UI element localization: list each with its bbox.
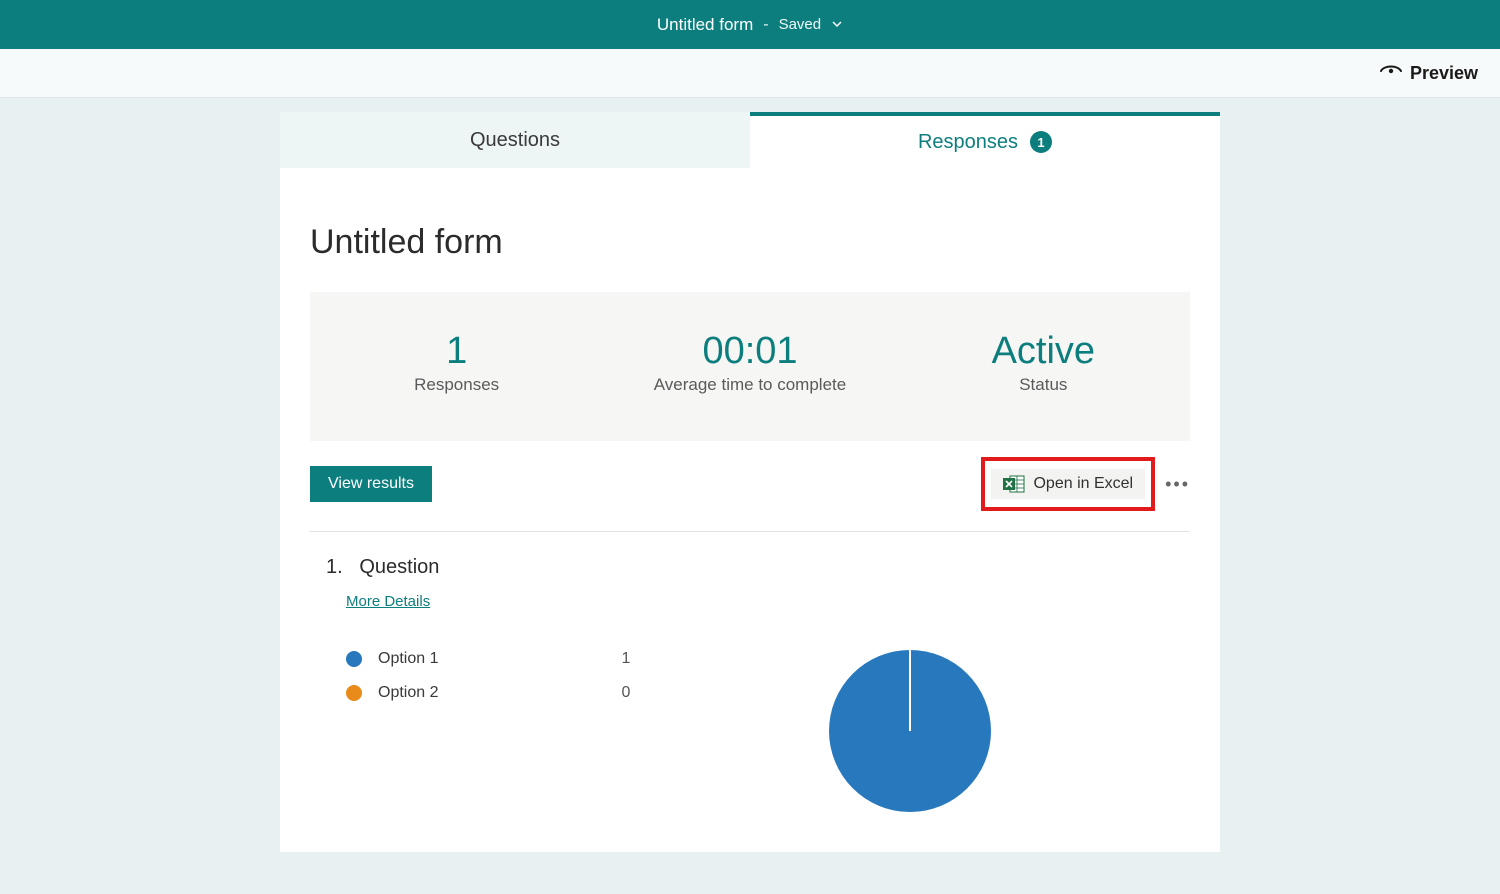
chart-legend: Option 1 1 Option 2 0	[326, 650, 646, 812]
app-header: Untitled form - Saved	[0, 0, 1500, 49]
stat-label: Responses	[310, 375, 603, 395]
content: Questions Responses 1 Untitled form 1 Re…	[0, 98, 1500, 852]
legend-count: 1	[606, 650, 646, 668]
more-options-icon[interactable]: •••	[1165, 474, 1190, 495]
tab-questions[interactable]: Questions	[280, 112, 750, 168]
stats-panel: 1 Responses 00:01 Average time to comple…	[310, 292, 1190, 441]
toolbar: Preview	[0, 49, 1500, 98]
legend-count: 0	[606, 684, 646, 702]
open-in-excel-highlight: Open in Excel	[981, 457, 1155, 511]
preview-label: Preview	[1410, 63, 1478, 84]
stat-status: Active Status	[897, 330, 1190, 395]
open-in-excel-button[interactable]: Open in Excel	[991, 469, 1145, 499]
tab-label: Questions	[470, 129, 560, 152]
view-results-button[interactable]: View results	[310, 466, 432, 502]
legend-label: Option 2	[378, 684, 606, 702]
tabs: Questions Responses 1	[280, 112, 1220, 168]
question-title: 1. Question	[326, 556, 1174, 579]
form-card: Questions Responses 1 Untitled form 1 Re…	[280, 112, 1220, 852]
excel-icon	[1003, 475, 1025, 493]
legend-item: Option 1 1	[346, 650, 646, 668]
stat-value: 00:01	[603, 330, 896, 373]
stat-time: 00:01 Average time to complete	[603, 330, 896, 395]
pie-tick	[909, 650, 911, 731]
stat-responses: 1 Responses	[310, 330, 603, 395]
tab-responses[interactable]: Responses 1	[750, 112, 1220, 168]
form-name[interactable]: Untitled form	[657, 15, 753, 35]
pie-chart-wrap	[646, 650, 1174, 812]
legend-swatch	[346, 685, 362, 701]
responses-count-badge: 1	[1030, 131, 1052, 153]
actions-row: View results O	[310, 457, 1190, 532]
preview-button[interactable]: Preview	[1380, 63, 1478, 84]
tab-label: Responses	[918, 131, 1018, 154]
eye-icon	[1380, 63, 1402, 84]
question-text: Question	[359, 556, 439, 578]
question-body: Option 1 1 Option 2 0	[326, 650, 1174, 812]
question-block: 1. Question More Details Option 1 1 Opti…	[280, 532, 1220, 852]
stat-label: Status	[897, 375, 1190, 395]
pie-chart	[829, 650, 991, 812]
stat-value: 1	[310, 330, 603, 373]
stat-value: Active	[897, 330, 1190, 373]
legend-label: Option 1	[378, 650, 606, 668]
legend-swatch	[346, 651, 362, 667]
more-details-link[interactable]: More Details	[346, 593, 430, 610]
chevron-down-icon[interactable]	[831, 16, 843, 34]
legend-item: Option 2 0	[346, 684, 646, 702]
stat-label: Average time to complete	[603, 375, 896, 395]
open-excel-label: Open in Excel	[1033, 475, 1133, 493]
separator: -	[763, 16, 768, 34]
save-status[interactable]: Saved	[779, 16, 822, 33]
page-title: Untitled form	[280, 168, 1220, 292]
question-number: 1.	[326, 556, 343, 578]
